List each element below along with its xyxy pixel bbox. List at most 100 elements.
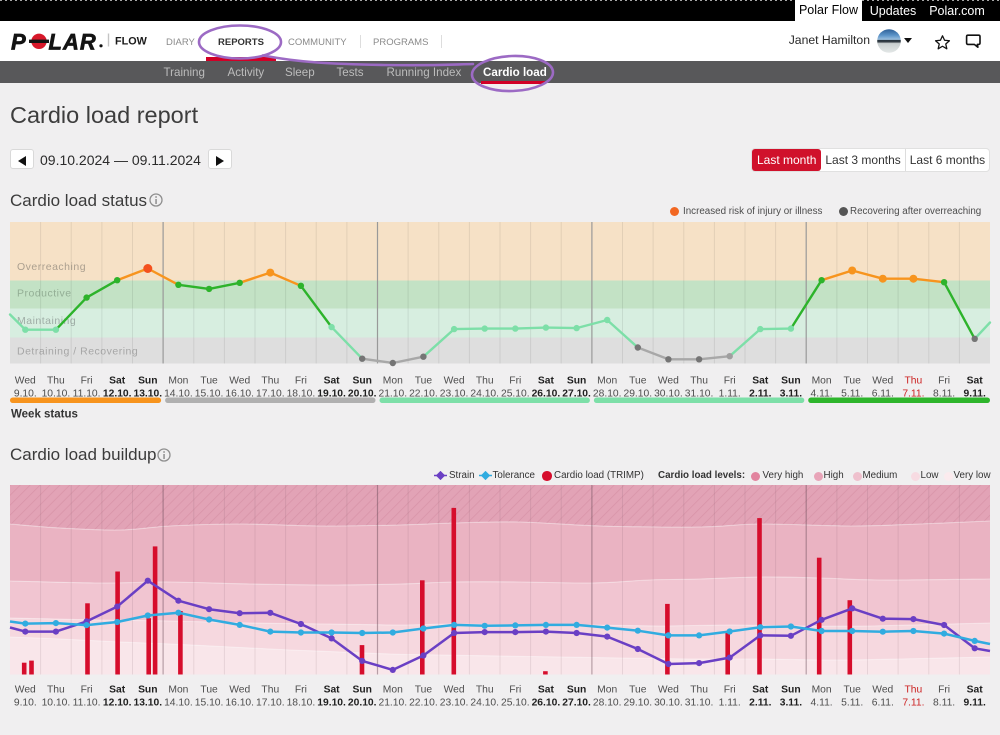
svg-text:Mon: Mon [597, 376, 617, 387]
svg-text:Sat: Sat [967, 376, 984, 387]
svg-text:Tue: Tue [629, 376, 647, 387]
svg-text:Thu: Thu [905, 376, 923, 387]
svg-text:Tue: Tue [844, 685, 862, 696]
svg-text:21.10.: 21.10. [378, 698, 407, 709]
svg-text:Thu: Thu [690, 685, 708, 696]
svg-text:Sun: Sun [352, 376, 371, 387]
svg-text:Wed: Wed [444, 685, 465, 696]
svg-text:19.10.: 19.10. [317, 698, 346, 709]
svg-text:Wed: Wed [229, 685, 250, 696]
svg-text:24.10.: 24.10. [470, 698, 499, 709]
svg-text:Fri: Fri [938, 376, 950, 387]
svg-text:Tue: Tue [844, 376, 862, 387]
svg-text:Wed: Wed [872, 376, 893, 387]
svg-text:Mon: Mon [168, 376, 188, 387]
svg-text:Thu: Thu [47, 376, 65, 387]
svg-text:Mon: Mon [168, 685, 188, 696]
svg-text:25.10.: 25.10. [501, 698, 530, 709]
svg-text:14.10.: 14.10. [164, 698, 193, 709]
svg-text:22.10.: 22.10. [409, 698, 438, 709]
svg-text:9.11.: 9.11. [964, 698, 986, 709]
svg-text:Tue: Tue [200, 376, 218, 387]
svg-text:Thu: Thu [690, 376, 708, 387]
svg-text:30.10.: 30.10. [654, 698, 683, 709]
svg-text:18.10.: 18.10. [287, 698, 316, 709]
svg-text:5.11.: 5.11. [841, 698, 863, 709]
svg-text:Sun: Sun [781, 376, 800, 387]
svg-text:Sun: Sun [781, 685, 800, 696]
svg-text:Mon: Mon [383, 685, 403, 696]
svg-text:Fri: Fri [724, 685, 736, 696]
svg-text:Mon: Mon [812, 376, 832, 387]
svg-text:Wed: Wed [15, 685, 36, 696]
svg-text:12.10.: 12.10. [103, 698, 132, 709]
svg-text:17.10.: 17.10. [256, 698, 285, 709]
svg-text:2.11.: 2.11. [749, 698, 771, 709]
svg-text:Sun: Sun [138, 685, 157, 696]
svg-text:29.10.: 29.10. [623, 698, 652, 709]
svg-text:Sun: Sun [567, 685, 586, 696]
svg-text:Thu: Thu [47, 685, 65, 696]
svg-text:Sat: Sat [538, 376, 555, 387]
svg-text:9.10.: 9.10. [14, 698, 37, 709]
svg-text:Fri: Fri [509, 376, 521, 387]
svg-text:27.10.: 27.10. [562, 698, 591, 709]
svg-text:Wed: Wed [444, 376, 465, 387]
svg-text:Wed: Wed [229, 376, 250, 387]
svg-text:6.11.: 6.11. [872, 698, 894, 709]
svg-text:Wed: Wed [658, 685, 679, 696]
svg-text:Sun: Sun [138, 376, 157, 387]
svg-text:Thu: Thu [476, 376, 494, 387]
svg-text:Sat: Sat [109, 376, 126, 387]
svg-text:Detraining / Recovering: Detraining / Recovering [17, 346, 138, 358]
svg-text:1.11.: 1.11. [719, 698, 741, 709]
svg-text:Sun: Sun [567, 376, 586, 387]
svg-text:Wed: Wed [15, 376, 36, 387]
svg-text:Thu: Thu [261, 685, 279, 696]
svg-text:15.10.: 15.10. [195, 698, 224, 709]
svg-text:Thu: Thu [261, 376, 279, 387]
svg-text:Tue: Tue [415, 685, 433, 696]
svg-text:13.10.: 13.10. [133, 698, 162, 709]
svg-text:11.10.: 11.10. [73, 698, 101, 709]
svg-text:8.11.: 8.11. [933, 698, 955, 709]
svg-text:Sat: Sat [324, 685, 341, 696]
svg-text:23.10.: 23.10. [440, 698, 469, 709]
svg-text:31.10.: 31.10. [685, 698, 714, 709]
svg-text:Week status: Week status [11, 409, 78, 421]
svg-text:Sat: Sat [538, 685, 555, 696]
svg-text:3.11.: 3.11. [780, 698, 802, 709]
svg-text:Mon: Mon [812, 685, 832, 696]
svg-text:Thu: Thu [905, 685, 923, 696]
svg-text:Overreaching: Overreaching [17, 261, 86, 273]
svg-text:Mon: Mon [597, 685, 617, 696]
svg-text:Tue: Tue [200, 685, 218, 696]
svg-text:10.10.: 10.10. [42, 698, 71, 709]
svg-text:Fri: Fri [81, 685, 93, 696]
svg-text:4.11.: 4.11. [811, 698, 833, 709]
svg-text:Fri: Fri [724, 376, 736, 387]
svg-text:Sat: Sat [752, 685, 769, 696]
svg-text:Sat: Sat [324, 376, 341, 387]
svg-text:Productive: Productive [17, 288, 72, 300]
svg-text:20.10.: 20.10. [348, 698, 377, 709]
svg-text:Wed: Wed [872, 685, 893, 696]
svg-text:Sat: Sat [109, 685, 126, 696]
svg-text:Mon: Mon [383, 376, 403, 387]
svg-text:Fri: Fri [938, 685, 950, 696]
svg-text:Fri: Fri [295, 376, 307, 387]
svg-text:Sun: Sun [352, 685, 371, 696]
svg-text:28.10.: 28.10. [593, 698, 622, 709]
svg-text:Fri: Fri [81, 376, 93, 387]
svg-text:Fri: Fri [509, 685, 521, 696]
svg-text:Tue: Tue [629, 685, 647, 696]
svg-text:7.11.: 7.11. [902, 698, 924, 709]
svg-text:Thu: Thu [476, 685, 494, 696]
svg-text:Tue: Tue [415, 376, 433, 387]
svg-text:Sat: Sat [967, 685, 984, 696]
svg-text:Fri: Fri [295, 685, 307, 696]
svg-text:Sat: Sat [752, 376, 769, 387]
svg-text:Wed: Wed [658, 376, 679, 387]
svg-text:26.10.: 26.10. [532, 698, 561, 709]
svg-text:16.10.: 16.10. [225, 698, 254, 709]
